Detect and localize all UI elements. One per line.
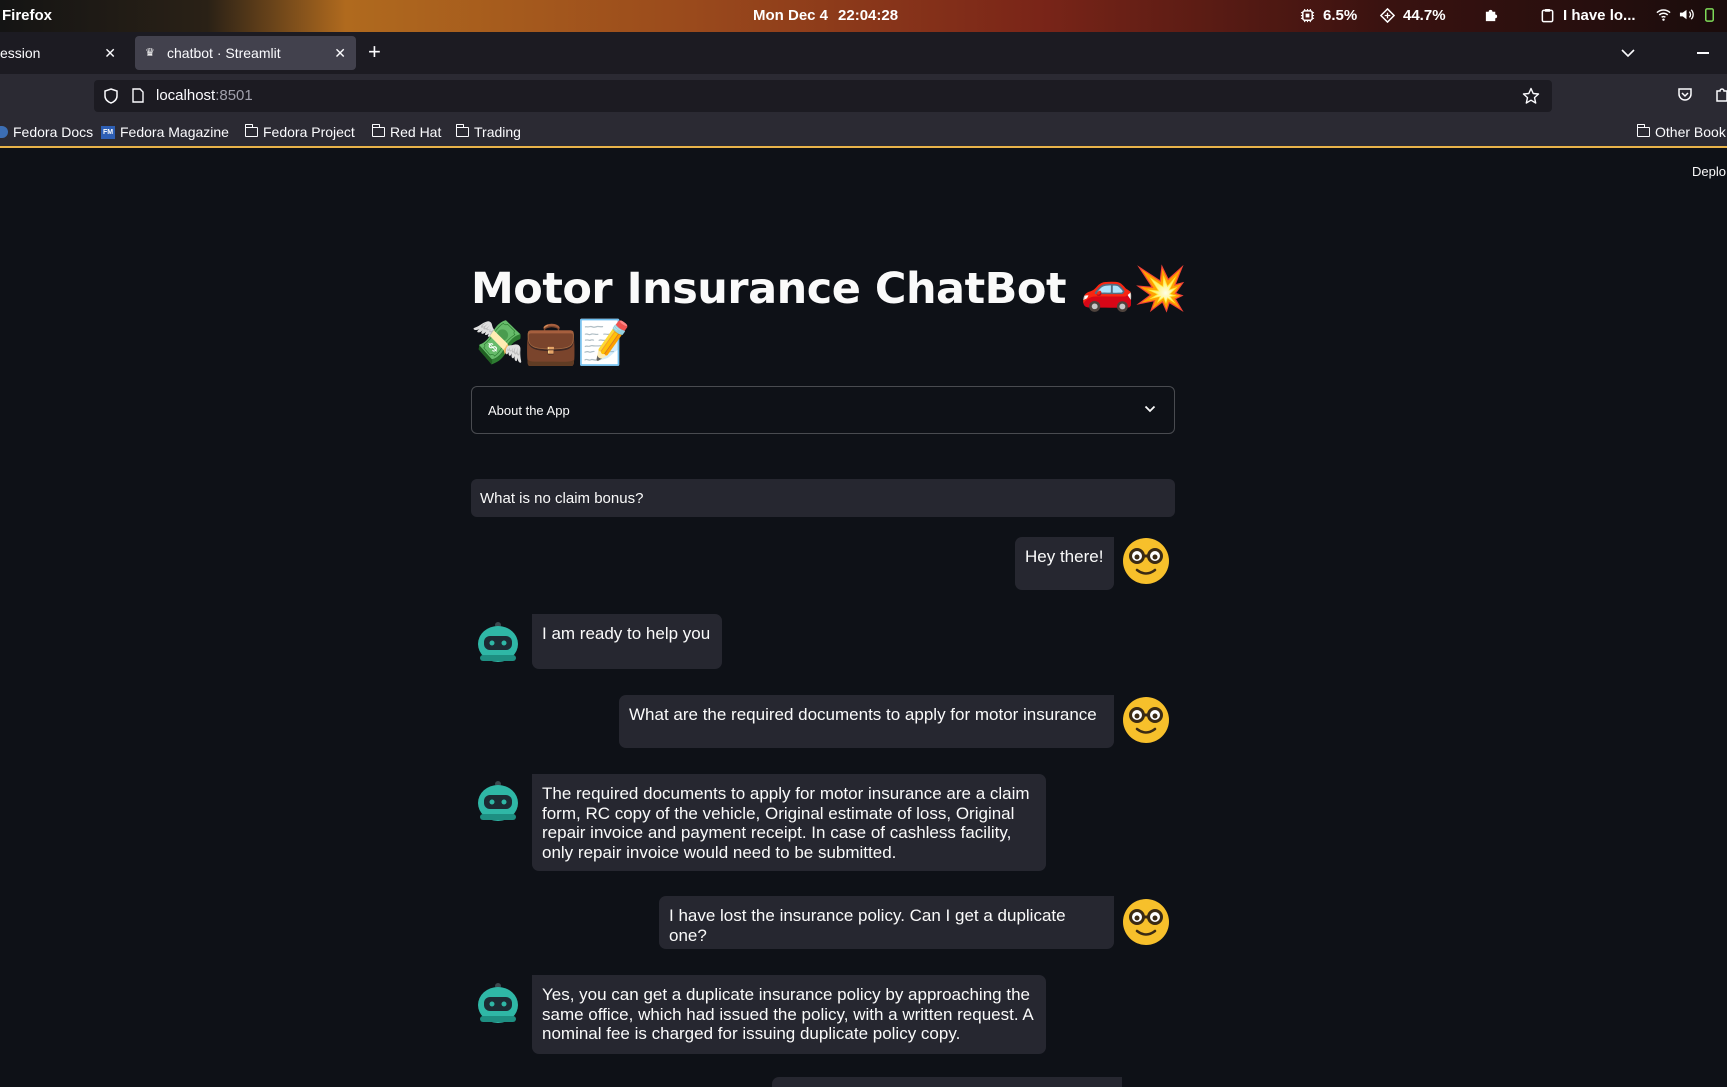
clipboard-indicator[interactable]: I have lo... [1540,7,1636,24]
minimize-window-icon[interactable] [1697,52,1709,54]
user-nerd-face-icon [1123,899,1169,945]
message-text: I have lost the insurance policy. Can I … [669,906,1066,945]
message-text: Hey there! [1025,547,1104,566]
bookmark-red-hat[interactable]: Red Hat [371,124,442,140]
memory-indicator[interactable]: 44.7% [1380,7,1446,24]
clock-time: 22:04:28 [838,7,899,24]
bookmark-fedora-project[interactable]: Fedora Project [244,124,355,140]
active-app-name[interactable]: Firefox [2,7,52,24]
system-top-bar: Firefox Mon Dec 4 22:04:28 6.5% 44.7% I h… [0,0,1727,32]
new-tab-icon[interactable]: + [368,41,381,63]
bot-robot-icon [478,622,518,662]
page-info-icon[interactable] [132,88,144,103]
streamlit-favicon-icon: ♛ [145,47,155,59]
url-text[interactable]: localhost:8501 [156,87,253,104]
bot-message: I am ready to help you [532,614,722,669]
battery-icon [1705,8,1714,22]
bot-robot-icon [478,781,518,821]
clipboard-icon [1541,8,1554,23]
folder-icon [1636,124,1650,137]
about-expander[interactable]: About the App [471,386,1175,434]
fedora-magazine-icon: FM [101,125,115,139]
user-message: What are the required documents to apply… [619,695,1114,748]
puzzle-icon [1485,9,1498,22]
deploy-button[interactable]: Deplo [1692,164,1726,179]
clipboard-text: I have lo... [1563,7,1636,24]
status-icons[interactable] [1656,7,1717,22]
chevron-down-icon [1144,405,1156,413]
cpu-value: 6.5% [1323,7,1358,24]
url-host: localhost [156,87,216,104]
user-message-partial [772,1077,1122,1087]
url-port: :8501 [215,87,253,104]
bot-robot-icon [478,983,518,1023]
fedora-logo-icon [0,126,8,138]
question-text: What is no claim bonus? [480,490,644,507]
bot-message: The required documents to apply for moto… [532,774,1046,871]
tab-chatbot[interactable]: ♛ chatbot · Streamlit ✕ [135,36,356,70]
folder-icon [244,124,258,137]
message-text: The required documents to apply for moto… [542,784,1030,862]
question-display: What is no claim bonus? [471,479,1175,517]
tracking-protection-shield-icon[interactable] [104,88,118,104]
bookmark-fedora-magazine[interactable]: FM Fedora Magazine [101,124,229,140]
pocket-icon[interactable] [1677,87,1693,103]
tab-session[interactable]: ession ✕ [0,36,126,70]
user-nerd-face-icon [1123,538,1169,584]
tab-label: chatbot · Streamlit [167,45,281,61]
close-tab-icon[interactable]: ✕ [334,45,346,62]
cpu-icon [1300,8,1315,23]
bookmark-label: Red Hat [390,124,442,140]
user-nerd-face-icon [1123,697,1169,743]
expander-label: About the App [488,403,570,418]
bookmark-label: Other Book [1655,124,1726,140]
url-bar[interactable]: localhost:8501 [94,80,1552,112]
wifi-icon [1656,9,1671,21]
message-text: Yes, you can get a duplicate insurance p… [542,985,1033,1043]
folder-icon [371,124,385,137]
user-message: I have lost the insurance policy. Can I … [659,896,1114,949]
clock-date: Mon Dec 4 [753,7,829,24]
memory-value: 44.7% [1403,7,1446,24]
bookmark-label: Trading [474,124,521,140]
bot-message: Yes, you can get a duplicate insurance p… [532,975,1046,1054]
message-text: I am ready to help you [542,624,711,643]
close-tab-icon[interactable]: ✕ [104,45,116,62]
bookmark-label: Fedora Docs [13,124,94,140]
extensions-indicator[interactable] [1484,7,1499,22]
volume-icon [1679,9,1694,20]
bookmark-label: Fedora Magazine [120,124,229,140]
bookmark-label: Fedora Project [263,124,355,140]
bookmark-other-bookmarks[interactable]: Other Book [1636,124,1726,140]
message-text: What are the required documents to apply… [629,705,1097,724]
tab-bar: ession ✕ ♛ chatbot · Streamlit ✕ [0,32,1727,74]
page-title: Motor Insurance ChatBot 🚗💥💸💼📝 [471,264,1187,368]
bookmarks-toolbar: Fedora Docs FM Fedora Magazine Fedora Pr… [0,118,1727,148]
user-message: Hey there! [1015,537,1114,590]
extensions-icon[interactable] [1715,87,1727,103]
clock[interactable]: Mon Dec 4 22:04:28 [753,7,908,24]
tab-label: ession [0,45,41,61]
memory-icon [1380,8,1395,23]
cpu-indicator[interactable]: 6.5% [1300,7,1357,24]
list-tabs-chevron-icon[interactable] [1621,48,1635,58]
bookmark-trading[interactable]: Trading [455,124,521,140]
bookmark-fedora-docs[interactable]: Fedora Docs [0,124,93,140]
folder-icon [455,124,469,137]
bookmark-star-icon[interactable] [1522,87,1540,105]
